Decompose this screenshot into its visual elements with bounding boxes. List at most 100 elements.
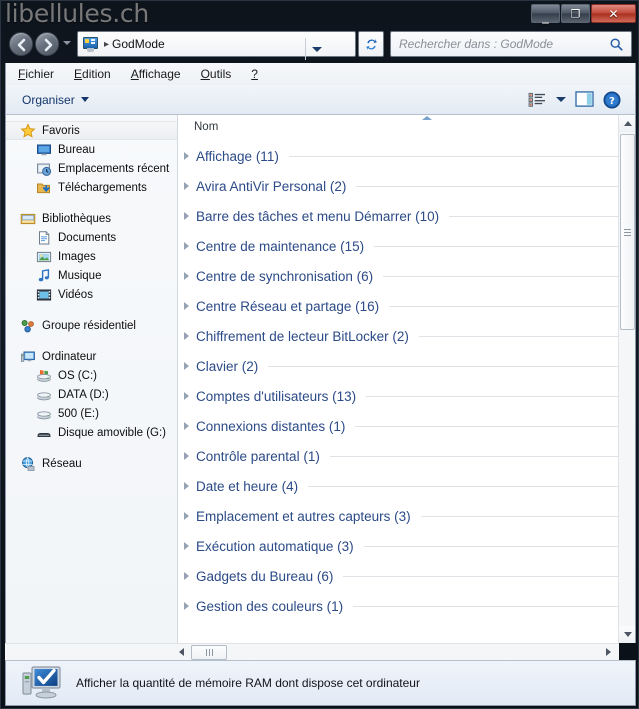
expand-triangle-icon[interactable]: [184, 212, 189, 220]
menu-edition[interactable]: Edition: [74, 67, 111, 81]
control-panel-icon: [82, 36, 99, 52]
sidebar-label: Réseau: [42, 457, 82, 470]
vertical-scrollbar[interactable]: [618, 115, 635, 643]
group-divider: [363, 545, 621, 547]
expand-triangle-icon[interactable]: [184, 302, 189, 310]
forward-button[interactable]: [35, 32, 59, 56]
expand-triangle-icon[interactable]: [184, 482, 189, 490]
group-divider: [343, 575, 621, 577]
sidebar-item-videos[interactable]: Vidéos: [6, 285, 177, 304]
sidebar-item-groupe-residentiel[interactable]: Groupe résidentiel: [6, 316, 177, 335]
close-button[interactable]: ✕: [591, 4, 636, 23]
window-controls: _ ❐ ✕: [531, 4, 636, 23]
group-row[interactable]: Gestion des couleurs (1): [178, 591, 635, 621]
file-list-pane[interactable]: Nom Affichage (11) Avira AntiVir Persona…: [178, 115, 635, 643]
expand-triangle-icon[interactable]: [184, 242, 189, 250]
group-row[interactable]: Barre des tâches et menu Démarrer (10): [178, 201, 635, 231]
vertical-scroll-thumb[interactable]: [620, 134, 635, 330]
group-row[interactable]: Date et heure (4): [178, 471, 635, 501]
address-bar[interactable]: ▸ GodMode: [77, 31, 356, 60]
history-chevron-icon[interactable]: [63, 41, 71, 45]
expand-triangle-icon[interactable]: [184, 542, 189, 550]
menu-fichier[interactable]: Fichier: [18, 67, 54, 81]
sidebar-item-ordinateur[interactable]: Ordinateur: [6, 347, 177, 366]
horizontal-scroll-thumb[interactable]: [191, 644, 227, 660]
menu-help[interactable]: ?: [251, 67, 258, 81]
computer-check-icon: [20, 664, 64, 702]
sidebar-item-documents[interactable]: Documents: [6, 228, 177, 247]
group-row[interactable]: Chiffrement de lecteur BitLocker (2): [178, 321, 635, 351]
group-row[interactable]: Centre de synchronisation (6): [178, 261, 635, 291]
minimize-button[interactable]: _: [531, 4, 560, 23]
sidebar-item-data-d[interactable]: DATA (D:): [6, 385, 177, 404]
sidebar-item-os-c[interactable]: OS (C:): [6, 366, 177, 385]
organise-button[interactable]: Organiser: [22, 93, 75, 107]
search-input[interactable]: Rechercher dans : GodMode: [390, 31, 632, 57]
refresh-button[interactable]: [358, 31, 384, 57]
sidebar-item-bibliotheques[interactable]: Bibliothèques: [6, 209, 177, 228]
group-row[interactable]: Affichage (11): [178, 141, 635, 171]
system-drive-icon: [36, 368, 52, 384]
scroll-grip-icon: [624, 227, 631, 238]
documents-icon: [36, 230, 52, 246]
toolbar: Organiser ?: [5, 85, 636, 115]
navigation-pane[interactable]: Favoris Bureau Emplacements récent Téléc…: [6, 115, 178, 643]
maximize-glyph: ❐: [570, 7, 581, 20]
expand-triangle-icon[interactable]: [184, 332, 189, 340]
scroll-grip-icon: [205, 648, 213, 656]
expand-triangle-icon[interactable]: [184, 452, 189, 460]
group-row[interactable]: Emplacement et autres capteurs (3): [178, 501, 635, 531]
menu-affichage[interactable]: Affichage: [131, 67, 181, 81]
group-row[interactable]: Centre de maintenance (15): [178, 231, 635, 261]
breadcrumb-path[interactable]: GodMode: [112, 37, 165, 51]
maximize-button[interactable]: ❐: [561, 4, 590, 23]
sidebar-item-500-e[interactable]: 500 (E:): [6, 404, 177, 423]
sidebar-item-emplacements-recents[interactable]: Emplacements récent: [6, 159, 177, 178]
group-row[interactable]: Contrôle parental (1): [178, 441, 635, 471]
group-row[interactable]: Avira AntiVir Personal (2): [178, 171, 635, 201]
group-row[interactable]: Clavier (2): [178, 351, 635, 381]
scroll-right-button[interactable]: [600, 648, 617, 656]
menu-bar: Fichier Edition Affichage Outils ?: [5, 63, 636, 85]
sidebar-label: Documents: [58, 231, 117, 244]
help-icon[interactable]: ?: [603, 91, 621, 109]
horizontal-scrollbar[interactable]: [173, 643, 619, 660]
sidebar-item-disque-amovible-g[interactable]: Disque amovible (G:): [6, 423, 177, 442]
preview-pane-icon[interactable]: [575, 91, 594, 108]
expand-triangle-icon[interactable]: [184, 422, 189, 430]
group-row[interactable]: Comptes d'utilisateurs (13): [178, 381, 635, 411]
menu-outils[interactable]: Outils: [201, 67, 232, 81]
group-row[interactable]: Exécution automatique (3): [178, 531, 635, 561]
expand-triangle-icon[interactable]: [184, 362, 189, 370]
scrollbar-corner: [5, 643, 173, 660]
expand-triangle-icon[interactable]: [184, 182, 189, 190]
expand-triangle-icon[interactable]: [184, 512, 189, 520]
views-list-icon[interactable]: [528, 92, 547, 107]
back-button[interactable]: [9, 32, 33, 56]
group-row[interactable]: Centre Réseau et partage (16): [178, 291, 635, 321]
expand-triangle-icon[interactable]: [184, 392, 189, 400]
expand-triangle-icon[interactable]: [184, 572, 189, 580]
column-header-nom[interactable]: Nom: [178, 115, 635, 139]
sidebar-item-musique[interactable]: Musique: [6, 266, 177, 285]
sidebar-item-reseau[interactable]: Réseau: [6, 454, 177, 473]
scroll-down-button[interactable]: [619, 626, 635, 643]
organise-chevron-icon[interactable]: [80, 97, 89, 102]
group-row[interactable]: Gadgets du Bureau (6): [178, 561, 635, 591]
sidebar-item-favoris[interactable]: Favoris: [6, 121, 177, 140]
sidebar-item-telechargements[interactable]: Téléchargements: [6, 178, 177, 197]
address-dropdown-button[interactable]: [305, 38, 327, 60]
scroll-left-button[interactable]: [173, 644, 190, 661]
expand-triangle-icon[interactable]: [184, 602, 189, 610]
sidebar-label: Bureau: [58, 143, 96, 156]
expand-triangle-icon[interactable]: [184, 152, 189, 160]
sidebar-label: Bibliothèques: [42, 212, 112, 225]
expand-triangle-icon[interactable]: [184, 272, 189, 280]
sidebar-item-images[interactable]: Images: [6, 247, 177, 266]
group-label: Clavier (2): [196, 358, 259, 374]
scroll-up-button[interactable]: [619, 115, 635, 132]
group-row[interactable]: Connexions distantes (1): [178, 411, 635, 441]
sidebar-item-bureau[interactable]: Bureau: [6, 140, 177, 159]
views-chevron-icon[interactable]: [556, 97, 566, 102]
